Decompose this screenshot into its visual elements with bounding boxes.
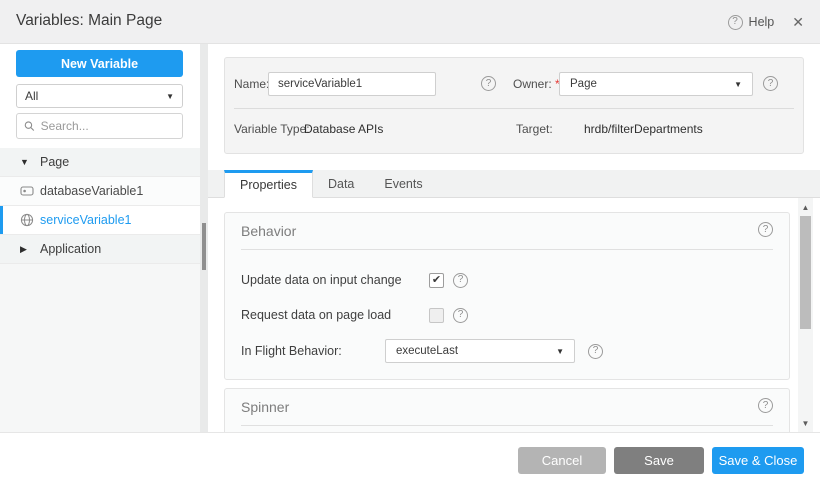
save-and-close-button[interactable]: Save & Close — [712, 447, 804, 474]
variables-sidebar: New Variable All ▼ ▼ Page — [0, 44, 200, 432]
section-divider — [241, 425, 773, 426]
variable-type-label: Variable Type: — [234, 122, 310, 136]
request-data-help-icon[interactable]: ? — [453, 308, 468, 323]
dialog-header: Variables: Main Page ? Help ✕ — [0, 0, 820, 44]
help-icon: ? — [728, 15, 743, 30]
scroll-up-icon[interactable]: ▲ — [798, 200, 813, 214]
new-variable-button[interactable]: New Variable — [16, 50, 183, 77]
behavior-section: Behavior ? Update data on input change ✔… — [224, 212, 790, 380]
search-icon — [24, 120, 35, 132]
update-data-row: Update data on input change ✔ ? — [241, 268, 773, 292]
tree-node-service-variable[interactable]: serviceVariable1 — [0, 206, 200, 235]
tree-node-label: Page — [40, 155, 69, 169]
owner-value: Page — [570, 78, 597, 90]
request-data-label: Request data on page load — [241, 308, 391, 322]
owner-label: Owner: * — [513, 77, 560, 91]
in-flight-behavior-row: In Flight Behavior: executeLast ▼ ? — [241, 339, 773, 363]
database-variable-icon — [20, 185, 40, 197]
update-data-label: Update data on input change — [241, 273, 402, 287]
name-help-icon[interactable]: ? — [481, 76, 496, 91]
search-box — [16, 113, 183, 139]
variable-type-value: Database APIs — [304, 122, 383, 136]
update-data-help-icon[interactable]: ? — [453, 273, 468, 288]
update-data-checkbox[interactable]: ✔ — [429, 273, 444, 288]
section-title: Spinner — [241, 399, 289, 415]
variable-filter-select[interactable]: All ▼ — [16, 84, 183, 108]
sidebar-scrollbar-track — [200, 44, 208, 432]
tree-node-application[interactable]: ▶ Application — [0, 235, 200, 264]
scrollbar-thumb[interactable] — [800, 216, 811, 329]
help-button[interactable]: ? Help — [728, 15, 775, 30]
variables-dialog: Variables: Main Page ? Help ✕ New Variab… — [0, 0, 820, 487]
sidebar-scrollbar-thumb[interactable] — [202, 223, 206, 270]
tree-node-label: Application — [40, 242, 101, 256]
tree-node-label: serviceVariable1 — [40, 213, 131, 227]
collapse-arrow-icon[interactable]: ▶ — [20, 244, 40, 255]
panel-divider — [234, 108, 794, 109]
variables-tree: ▼ Page databaseVariable1 — [0, 148, 200, 264]
name-field[interactable] — [268, 72, 436, 96]
service-variable-globe-icon — [20, 213, 40, 227]
chevron-down-icon: ▼ — [734, 80, 742, 89]
content-scrollbar[interactable]: ▲ ▼ — [798, 198, 813, 432]
tree-node-page[interactable]: ▼ Page — [0, 148, 200, 177]
dialog-footer: Cancel Save Save & Close — [0, 432, 820, 487]
owner-help-icon[interactable]: ? — [763, 76, 778, 91]
target-value: hrdb/filterDepartments — [584, 122, 703, 136]
close-icon[interactable]: ✕ — [792, 14, 804, 31]
request-data-checkbox[interactable] — [429, 308, 444, 323]
chevron-down-icon: ▼ — [556, 347, 564, 356]
expand-arrow-icon[interactable]: ▼ — [20, 157, 40, 167]
search-input[interactable] — [41, 119, 175, 133]
help-label: Help — [749, 15, 775, 29]
check-icon: ✔ — [432, 275, 441, 286]
tab-data[interactable]: Data — [313, 170, 369, 198]
cancel-button[interactable]: Cancel — [518, 447, 606, 474]
spinner-help-icon[interactable]: ? — [758, 398, 773, 413]
variable-summary-panel: Name: * ? Owner: * Page ▼ ? Variable Typ… — [224, 57, 804, 154]
section-divider — [241, 249, 773, 250]
in-flight-behavior-select[interactable]: executeLast ▼ — [385, 339, 575, 363]
variable-editor: Name: * ? Owner: * Page ▼ ? Variable Typ… — [208, 44, 820, 432]
scroll-down-icon[interactable]: ▼ — [798, 416, 813, 430]
page-title: Variables: Main Page — [16, 12, 162, 30]
sidebar-empty-area — [0, 264, 200, 432]
spinner-section: Spinner ? — [224, 388, 790, 432]
section-title: Behavior — [241, 223, 296, 239]
variable-filter-value: All — [25, 89, 38, 103]
in-flight-behavior-label: In Flight Behavior: — [241, 344, 342, 358]
in-flight-behavior-help-icon[interactable]: ? — [588, 344, 603, 359]
target-label: Target: — [516, 122, 553, 136]
tree-node-label: databaseVariable1 — [40, 184, 143, 198]
editor-tabs: Properties Data Events — [208, 170, 820, 198]
in-flight-behavior-value: executeLast — [396, 345, 458, 357]
save-button[interactable]: Save — [614, 447, 704, 474]
owner-select[interactable]: Page ▼ — [559, 72, 753, 96]
tab-properties[interactable]: Properties — [224, 170, 313, 198]
tab-events[interactable]: Events — [369, 170, 437, 198]
tree-node-database-variable[interactable]: databaseVariable1 — [0, 177, 200, 206]
request-data-row: Request data on page load ? — [241, 303, 773, 327]
properties-content: Behavior ? Update data on input change ✔… — [208, 198, 820, 432]
behavior-help-icon[interactable]: ? — [758, 222, 773, 237]
chevron-down-icon: ▼ — [166, 92, 174, 101]
